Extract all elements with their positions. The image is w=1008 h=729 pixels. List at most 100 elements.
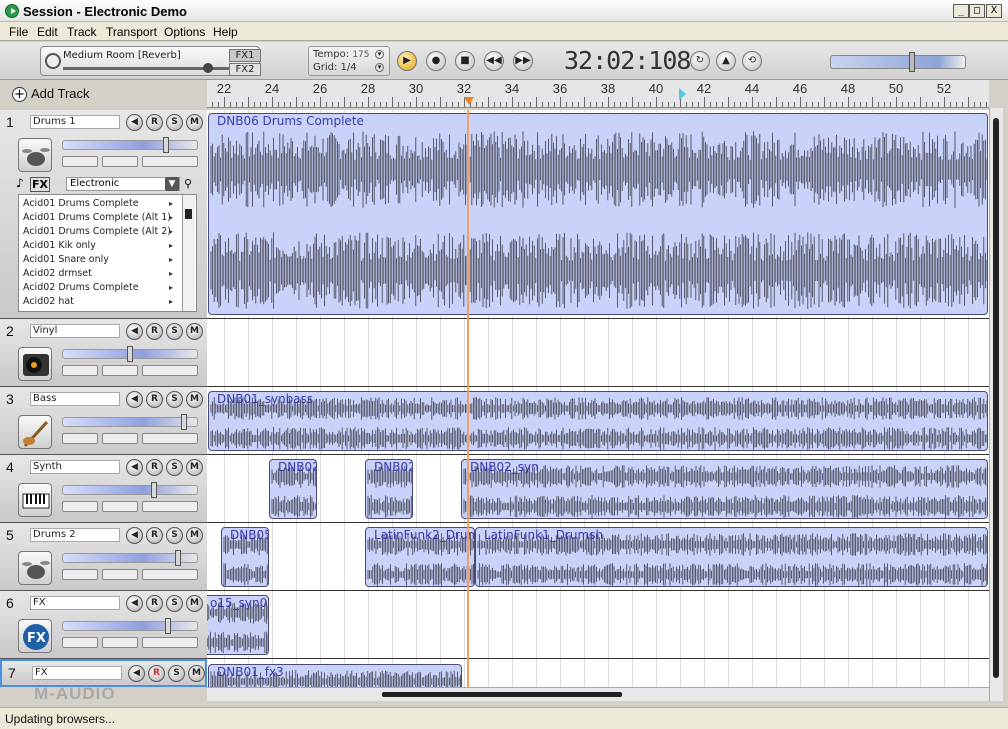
maximize-button[interactable]: □ bbox=[969, 4, 985, 18]
menu-help[interactable]: Help bbox=[213, 25, 238, 39]
vertical-scrollbar[interactable] bbox=[989, 108, 1003, 701]
solo-button[interactable]: S bbox=[166, 595, 183, 612]
preview-icon[interactable]: ▸ bbox=[169, 297, 173, 306]
monitor-button[interactable]: ◀ bbox=[126, 595, 143, 612]
pan-control[interactable] bbox=[62, 365, 98, 376]
preview-icon[interactable]: ▸ bbox=[169, 199, 173, 208]
record-arm-button[interactable]: R bbox=[146, 527, 163, 544]
browser-item[interactable]: Acid01 Kik only bbox=[23, 240, 96, 251]
eq-control[interactable] bbox=[102, 637, 138, 648]
eq-control[interactable] bbox=[102, 433, 138, 444]
chevron-down-icon[interactable]: ▼ bbox=[165, 177, 179, 191]
playhead-marker-icon[interactable] bbox=[464, 97, 474, 105]
solo-button[interactable]: S bbox=[166, 114, 183, 131]
send-control[interactable] bbox=[142, 365, 198, 376]
track-name-field[interactable]: Bass bbox=[30, 392, 120, 406]
fx-toggle[interactable]: FX bbox=[30, 177, 50, 192]
track-header-2[interactable]: 2 Vinyl ◀ R S M bbox=[0, 319, 207, 387]
browser-item[interactable]: Acid02 drmset bbox=[23, 268, 92, 279]
lane-track-5[interactable]: DNB05 LatinFunk2_Drums LatinFunk1_Drumsh bbox=[207, 523, 989, 591]
browser-scrollbar[interactable] bbox=[182, 195, 195, 311]
eq-control[interactable] bbox=[102, 156, 138, 167]
monitor-button[interactable]: ◀ bbox=[128, 665, 145, 682]
solo-button[interactable]: S bbox=[166, 323, 183, 340]
fx2-tab[interactable]: FX2 bbox=[229, 63, 261, 76]
track-volume-slider[interactable] bbox=[62, 137, 198, 153]
record-arm-button[interactable]: R bbox=[146, 114, 163, 131]
pan-control[interactable] bbox=[62, 637, 98, 648]
fast-forward-button[interactable]: ▶▶ bbox=[513, 51, 533, 71]
browser-item[interactable]: Acid01 Drums Complete (Alt 1) bbox=[23, 212, 171, 223]
browser-item[interactable]: Acid02 Drums Complete bbox=[23, 282, 139, 293]
timeline-area[interactable]: DNB06 Drums Complete DNB01_synbass DNB02… bbox=[207, 110, 989, 687]
mute-button[interactable]: M bbox=[186, 595, 203, 612]
record-arm-button[interactable]: R bbox=[146, 391, 163, 408]
playhead-line[interactable] bbox=[467, 110, 469, 687]
send-control[interactable] bbox=[142, 433, 198, 444]
track-name-field[interactable]: Drums 1 bbox=[30, 115, 120, 129]
browser-scroll-thumb[interactable] bbox=[185, 209, 192, 219]
track-name-field[interactable]: Drums 2 bbox=[30, 528, 120, 542]
preview-icon[interactable]: ▸ bbox=[169, 213, 173, 222]
volume-thumb[interactable] bbox=[151, 482, 157, 498]
track-volume-slider[interactable] bbox=[62, 618, 198, 634]
clip-synth-b[interactable]: DNB02_s bbox=[365, 459, 413, 519]
grid-dropdown-icon[interactable]: ▾ bbox=[375, 63, 384, 72]
add-track-button[interactable]: + Add Track bbox=[10, 86, 120, 104]
lane-track-6[interactable]: o15_syn07 bbox=[207, 591, 989, 659]
lane-track-1[interactable]: DNB06 Drums Complete bbox=[207, 110, 989, 319]
grid-label[interactable]: Grid: 1/4 bbox=[313, 62, 357, 73]
tempo-dropdown-icon[interactable]: ▾ bbox=[375, 50, 384, 59]
track-header-6[interactable]: 6 FX ◀ R S M FX bbox=[0, 591, 207, 659]
volume-thumb[interactable] bbox=[165, 618, 171, 634]
browser-item[interactable]: Acid02 hat bbox=[23, 296, 74, 307]
menu-file[interactable]: File bbox=[9, 25, 28, 39]
solo-button[interactable]: S bbox=[168, 665, 185, 682]
play-button[interactable]: ▶ bbox=[397, 51, 417, 71]
monitor-button[interactable]: ◀ bbox=[126, 391, 143, 408]
clip-drums1[interactable]: DNB06 Drums Complete bbox=[208, 113, 988, 315]
track-volume-slider[interactable] bbox=[62, 550, 198, 566]
mute-button[interactable]: M bbox=[188, 665, 205, 682]
preview-icon[interactable]: ▸ bbox=[169, 241, 173, 250]
fx-level-slider[interactable] bbox=[63, 63, 233, 73]
menu-track[interactable]: Track bbox=[67, 25, 97, 39]
clip-fx6[interactable]: o15_syn07 bbox=[207, 595, 269, 655]
send-control[interactable] bbox=[142, 501, 198, 512]
stop-button[interactable]: ■ bbox=[455, 51, 475, 71]
horizontal-scroll-thumb[interactable] bbox=[382, 692, 622, 697]
rewind-button[interactable]: ◀◀ bbox=[484, 51, 504, 71]
solo-button[interactable]: S bbox=[166, 527, 183, 544]
track-name-field[interactable]: Vinyl bbox=[30, 324, 120, 338]
menu-transport[interactable]: Transport bbox=[106, 25, 157, 39]
horizontal-scrollbar[interactable] bbox=[207, 687, 989, 701]
vertical-scroll-thumb[interactable] bbox=[993, 118, 999, 678]
lane-track-2[interactable] bbox=[207, 319, 989, 387]
solo-button[interactable]: S bbox=[166, 459, 183, 476]
browser-item[interactable]: Acid01 Snare only bbox=[23, 254, 109, 265]
volume-thumb[interactable] bbox=[181, 414, 187, 430]
category-dropdown[interactable]: Electronic bbox=[66, 177, 180, 191]
track-header-5[interactable]: 5 Drums 2 ◀ R S M bbox=[0, 523, 207, 591]
track-name-field[interactable]: FX bbox=[30, 596, 120, 610]
monitor-button[interactable]: ◀ bbox=[126, 323, 143, 340]
monitor-button[interactable]: ◀ bbox=[126, 459, 143, 476]
track-volume-slider[interactable] bbox=[62, 482, 198, 498]
record-arm-button[interactable]: R bbox=[148, 665, 165, 682]
monitor-button[interactable]: ◀ bbox=[126, 527, 143, 544]
send-control[interactable] bbox=[142, 569, 198, 580]
loop-button[interactable]: ↻ bbox=[690, 51, 710, 71]
browser-item[interactable]: Acid01 Drums Complete bbox=[23, 198, 139, 209]
metronome-button[interactable]: ▲ bbox=[716, 51, 736, 71]
menu-options[interactable]: Options bbox=[164, 25, 205, 39]
clip-fx7[interactable]: DNB01_fx3 bbox=[208, 664, 462, 687]
fx-knob-icon[interactable] bbox=[45, 53, 61, 69]
clip-synth-a[interactable]: DNB02_s bbox=[269, 459, 317, 519]
mute-button[interactable]: M bbox=[186, 323, 203, 340]
close-button[interactable]: X bbox=[986, 4, 1002, 18]
pan-control[interactable] bbox=[62, 433, 98, 444]
eq-control[interactable] bbox=[102, 569, 138, 580]
timeline-ruler[interactable]: 22 24 26 28 30 32 34 36 38 40 42 44 46 48 50 52 bbox=[207, 80, 989, 108]
track-name-field[interactable]: Synth bbox=[30, 460, 120, 474]
track-name-field[interactable]: FX bbox=[32, 666, 122, 680]
